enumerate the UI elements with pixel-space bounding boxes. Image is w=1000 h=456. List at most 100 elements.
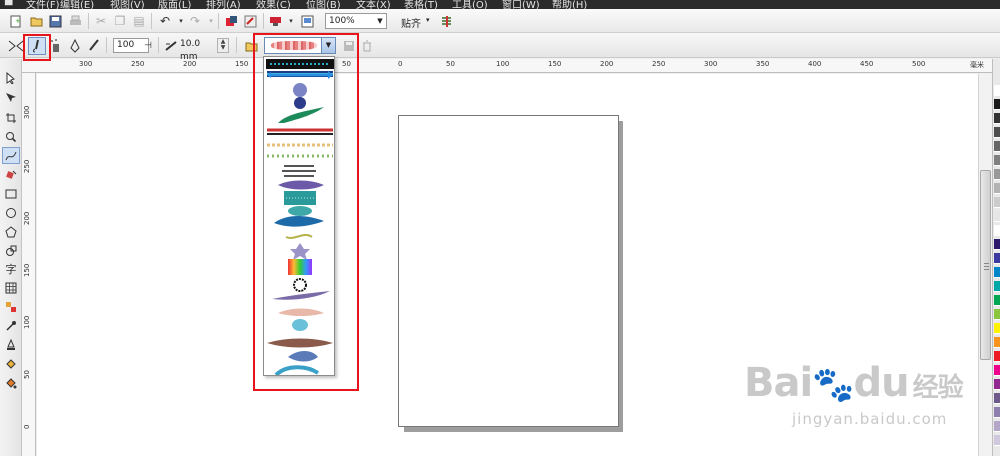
freehand-tool-icon[interactable] xyxy=(2,147,20,164)
ruler-h-label: 350 xyxy=(756,60,770,68)
cut-icon[interactable]: ✂ xyxy=(92,12,110,30)
coreldraw-window: ■ 文件(F) 编辑(E) 视图(V) 版面(L) 排列(A) 效果(C) 位图… xyxy=(0,0,1000,456)
color-swatch[interactable] xyxy=(994,239,1000,250)
color-swatch[interactable] xyxy=(994,421,1000,432)
menu-tools[interactable]: 工具(O) xyxy=(452,0,488,9)
print-icon[interactable] xyxy=(66,12,84,30)
rectangle-tool-icon[interactable] xyxy=(2,185,20,202)
calligraphic-mode-icon[interactable] xyxy=(66,37,84,55)
text-tool-icon[interactable]: 字 xyxy=(2,260,20,277)
smart-fill-tool-icon[interactable] xyxy=(2,166,20,183)
snap-to-button[interactable]: 贴齐 xyxy=(401,15,421,30)
color-swatch[interactable] xyxy=(994,267,1000,278)
color-swatch[interactable] xyxy=(994,127,1000,138)
watermark-logo: Bai🐾du 经验 xyxy=(744,360,964,406)
options-icon[interactable] xyxy=(437,12,455,30)
snap-dropdown-icon[interactable]: ▾ xyxy=(426,16,430,24)
color-swatch[interactable] xyxy=(994,323,1000,334)
ruler-v-label: 200 xyxy=(23,211,31,225)
color-swatch[interactable] xyxy=(994,113,1000,124)
menu-effects[interactable]: 效果(C) xyxy=(256,0,291,9)
ruler-v-label: 300 xyxy=(23,105,31,119)
ruler-h-label: 300 xyxy=(704,60,718,68)
paste-icon[interactable]: ▤ xyxy=(130,12,148,30)
color-swatch[interactable] xyxy=(994,337,1000,348)
color-swatch[interactable] xyxy=(994,155,1000,166)
fill-tool-icon[interactable] xyxy=(2,355,20,372)
menu-arrange[interactable]: 排列(A) xyxy=(206,0,241,9)
standard-toolbar: + ✂ ❐ ▤ ↶ ▾ ↷ ▾ ▾ 100% ▼ 贴齐 ▾ xyxy=(0,9,1000,33)
color-swatch[interactable] xyxy=(994,169,1000,180)
stroke-width-input[interactable]: 10.0 mm xyxy=(177,38,215,62)
export-icon[interactable] xyxy=(241,12,259,30)
chevron-down-icon: ▼ xyxy=(377,17,383,25)
color-swatch[interactable] xyxy=(994,225,1000,236)
color-swatch[interactable] xyxy=(994,197,1000,208)
table-tool-icon[interactable] xyxy=(2,279,20,296)
highlight-brush-mode xyxy=(23,34,51,61)
vertical-scrollbar[interactable] xyxy=(978,74,992,456)
menu-table[interactable]: 表格(T) xyxy=(404,0,438,9)
menu-window[interactable]: 窗口(W) xyxy=(502,0,540,9)
color-swatch[interactable] xyxy=(994,281,1000,292)
document-page[interactable] xyxy=(398,115,619,427)
color-swatch[interactable] xyxy=(994,99,1000,110)
outline-tool-icon[interactable] xyxy=(2,336,20,353)
shape-tool-icon[interactable] xyxy=(2,89,20,106)
import-icon[interactable] xyxy=(222,12,240,30)
color-swatch[interactable] xyxy=(994,295,1000,306)
color-swatch[interactable] xyxy=(994,141,1000,152)
menu-bitmaps[interactable]: 位图(B) xyxy=(306,0,341,9)
zoom-level-select[interactable]: 100% ▼ xyxy=(325,13,387,29)
menu-layout[interactable]: 版面(L) xyxy=(158,0,191,9)
menu-edit[interactable]: 编辑(E) xyxy=(60,0,94,9)
color-swatch[interactable] xyxy=(994,183,1000,194)
zoom-tool-icon[interactable] xyxy=(2,128,20,145)
ruler-unit-label: 毫米 xyxy=(970,61,984,69)
blend-tool-icon[interactable] xyxy=(2,298,20,315)
color-swatch[interactable] xyxy=(994,309,1000,320)
smoothing-slider-icon[interactable]: ⊣ xyxy=(139,37,157,55)
color-swatch[interactable] xyxy=(994,85,1000,96)
color-swatch[interactable] xyxy=(994,393,1000,404)
watermark-url: jingyan.baidu.com xyxy=(792,410,948,428)
menu-help[interactable]: 帮助(H) xyxy=(552,0,587,9)
scrollbar-thumb[interactable] xyxy=(980,170,991,360)
stroke-width-spinner[interactable]: ▲ ▼ xyxy=(217,38,229,53)
interactive-fill-tool-icon[interactable] xyxy=(2,374,20,391)
app-icon: ■ xyxy=(4,0,14,7)
menu-file[interactable]: 文件(F) xyxy=(26,0,60,9)
color-palette[interactable] xyxy=(992,59,1000,456)
ellipse-tool-icon[interactable] xyxy=(2,204,20,221)
ruler-h-label: 200 xyxy=(183,60,197,68)
ruler-h-label: 100 xyxy=(496,60,510,68)
basic-shapes-tool-icon[interactable] xyxy=(2,242,20,259)
color-swatch[interactable] xyxy=(994,211,1000,222)
pressure-mode-icon[interactable] xyxy=(85,37,103,55)
color-swatch[interactable] xyxy=(994,435,1000,446)
save-icon[interactable] xyxy=(46,12,64,30)
ruler-h-label: 250 xyxy=(652,60,666,68)
open-folder-icon[interactable] xyxy=(27,12,45,30)
menu-view[interactable]: 视图(V) xyxy=(110,0,145,9)
color-swatch[interactable] xyxy=(994,351,1000,362)
color-swatch[interactable] xyxy=(994,365,1000,376)
polygon-tool-icon[interactable] xyxy=(2,223,20,240)
menu-text[interactable]: 文本(X) xyxy=(356,0,391,9)
color-swatch[interactable] xyxy=(994,407,1000,418)
copy-icon[interactable]: ❐ xyxy=(111,12,129,30)
highlight-brush-list xyxy=(253,33,359,391)
pick-tool-icon[interactable] xyxy=(2,69,20,86)
horizontal-ruler[interactable]: 300 250 200 150 100 50 0 50 100 150 200 … xyxy=(22,59,992,73)
color-swatch[interactable] xyxy=(994,379,1000,390)
delete-icon[interactable] xyxy=(358,37,376,55)
ruler-h-label: 500 xyxy=(912,60,926,68)
new-document-icon[interactable]: + xyxy=(6,12,24,30)
eyedropper-tool-icon[interactable] xyxy=(2,317,20,334)
ruler-v-label: 50 xyxy=(23,370,31,379)
color-swatch[interactable] xyxy=(994,253,1000,264)
crop-tool-icon[interactable] xyxy=(2,109,20,126)
vertical-ruler[interactable]: 300 250 200 150 100 50 0 xyxy=(22,73,36,456)
welcome-screen-icon[interactable] xyxy=(298,12,316,30)
ruler-v-label: 0 xyxy=(23,424,31,429)
